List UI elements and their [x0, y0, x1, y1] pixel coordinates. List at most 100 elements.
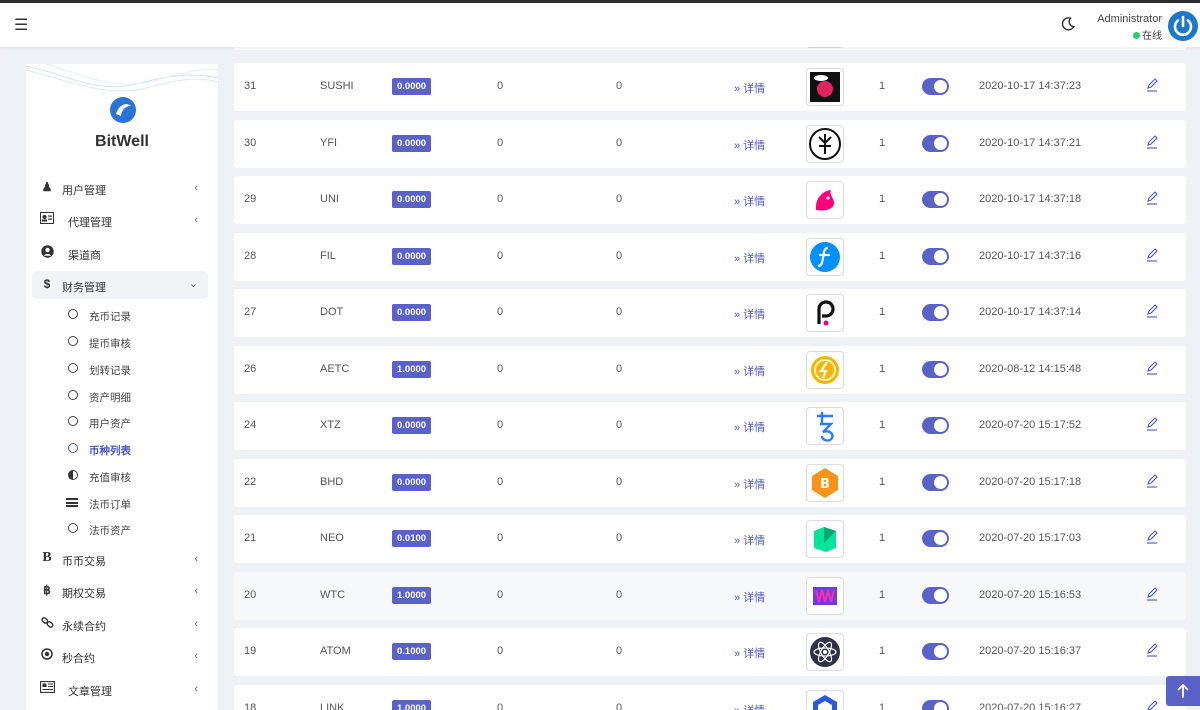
sidebar-item-perpetual[interactable]: 永续合约 ‹ — [32, 610, 208, 638]
cell-name: YFI — [320, 136, 338, 149]
status-toggle[interactable] — [922, 191, 949, 208]
detail-link[interactable]: » 详情 — [734, 363, 765, 379]
sidebar-item-finance[interactable]: $ 财务管理 ⌄ — [32, 271, 208, 299]
sidebar-item-second-contract[interactable]: 秒合约 ‹ — [32, 642, 208, 670]
edit-pencil-icon[interactable] — [1146, 360, 1158, 375]
detail-link[interactable]: » 详情 — [734, 306, 765, 322]
cell-value-b: 0 — [616, 701, 623, 710]
detail-link[interactable]: » 详情 — [734, 645, 765, 661]
status-toggle[interactable] — [922, 360, 949, 378]
double-chevron-right-icon: » — [734, 139, 741, 152]
sidebar-item-channel[interactable]: 渠道商 — [32, 239, 208, 267]
detail-link[interactable]: » 详情 — [734, 702, 765, 710]
edit-pencil-icon[interactable] — [1146, 586, 1158, 601]
circle-icon — [68, 523, 78, 533]
cell-value-a: 0 — [497, 645, 504, 657]
submenu-transfer-records[interactable]: 划转记录 — [64, 358, 204, 380]
submenu-fiat-orders[interactable]: 法币订单 — [64, 492, 204, 514]
sidebar-item-spot-trading[interactable]: B 币币交易 ‹ — [32, 545, 208, 573]
cell-value-b: 0 — [616, 306, 623, 318]
status-toggle[interactable] — [922, 699, 949, 710]
sidebar-item-agent-management[interactable]: 代理管理 ‹ — [32, 206, 208, 234]
edit-pencil-icon[interactable] — [1146, 643, 1158, 657]
status-toggle[interactable] — [922, 304, 949, 321]
edit-pencil-icon[interactable] — [1146, 417, 1158, 431]
submenu-fiat-assets[interactable]: 法币资产 — [64, 518, 204, 540]
edit-pencil-icon[interactable] — [1146, 134, 1158, 149]
cell-sort: 1 — [879, 645, 886, 657]
submenu-label: 资产明细 — [89, 392, 131, 404]
edit-pencil-icon[interactable] — [1146, 530, 1158, 544]
brand-name: BitWell — [95, 133, 149, 150]
id-card-icon — [40, 212, 54, 226]
back-to-top-button[interactable] — [1166, 676, 1200, 706]
status-toggle[interactable] — [922, 586, 949, 604]
detail-link[interactable]: » 详情 — [734, 250, 765, 266]
arrow-up-icon — [1177, 684, 1189, 698]
detail-link[interactable]: » 详情 — [734, 532, 765, 548]
detail-label: 详情 — [743, 705, 765, 710]
cell-value-b: 0 — [616, 249, 623, 262]
cell-sort: 1 — [879, 532, 886, 544]
detail-link[interactable]: » 详情 — [734, 419, 765, 435]
status-toggle[interactable] — [922, 643, 949, 660]
detail-link[interactable]: » 详情 — [734, 193, 765, 209]
cell-id: 24 — [244, 419, 257, 431]
cell-rate-badge: 0.1000 — [392, 643, 432, 660]
submenu-recharge-review[interactable]: 充值审核 — [64, 465, 204, 487]
status-toggle[interactable] — [922, 473, 949, 491]
detail-link[interactable]: » 详情 — [734, 476, 765, 492]
menu-toggle-icon[interactable]: ☰ — [14, 15, 28, 35]
cell-name: WTC — [320, 588, 346, 601]
list-bars-icon — [66, 498, 78, 507]
cell-time: 2020-10-17 14:37:16 — [979, 249, 1082, 262]
detail-link[interactable]: » 详情 — [734, 137, 765, 153]
chevron-left-icon: ‹ — [194, 214, 198, 226]
detail-link[interactable]: » 详情 — [734, 589, 765, 605]
table-row: 27 DOT 0.0000 0 0 » 详情 1 2020-10-17 14:37:14 — [234, 289, 1186, 337]
chevron-left-icon: ‹ — [194, 618, 198, 630]
double-chevron-right-icon: » — [734, 83, 741, 95]
submenu-user-assets[interactable]: 用户资产 — [64, 411, 204, 433]
edit-pencil-icon[interactable] — [1146, 699, 1158, 710]
table-row: 29 UNI 0.0000 0 0 » 详情 1 2020-10-17 14:37:18 — [234, 176, 1186, 224]
status-toggle[interactable] — [922, 134, 949, 152]
detail-link[interactable]: » 详情 — [734, 80, 765, 96]
edit-pencil-icon[interactable] — [1146, 78, 1158, 92]
user-name[interactable]: Administrator — [1097, 13, 1162, 25]
status-toggle[interactable] — [922, 247, 949, 265]
edit-pencil-icon[interactable] — [1146, 304, 1158, 318]
submenu-withdraw-review[interactable]: 提币审核 — [64, 331, 204, 353]
sidebar-item-options[interactable]: ฿ 期权交易 ‹ — [32, 577, 208, 605]
edit-pencil-icon[interactable] — [1146, 473, 1158, 488]
submenu-label: 币种列表 — [89, 445, 131, 457]
cell-time: 2020-07-20 15:17:18 — [979, 475, 1082, 488]
status-toggle[interactable] — [922, 530, 949, 547]
double-chevron-right-icon: » — [734, 196, 741, 208]
submenu-asset-details[interactable]: 资产明细 — [64, 385, 204, 407]
avatar[interactable] — [1168, 11, 1198, 41]
submenu-currency-list[interactable]: 币种列表 — [64, 438, 204, 460]
neo-logo-icon — [806, 520, 844, 558]
circle-icon — [68, 309, 78, 319]
table-row: 22 BHD 0.0000 0 0 » 详情 B 1 2020-07-20 15:17:18 — [234, 458, 1186, 507]
cell-value-a: 0 — [497, 475, 504, 488]
cell-id: 29 — [244, 193, 257, 205]
dark-mode-moon-icon[interactable] — [1060, 16, 1076, 32]
chevron-left-icon: ‹ — [194, 683, 198, 695]
cell-time: 2020-07-20 15:16:27 — [979, 701, 1082, 710]
double-chevron-right-icon: » — [734, 478, 741, 491]
status-toggle[interactable] — [922, 78, 949, 95]
edit-pencil-icon[interactable] — [1146, 191, 1158, 205]
status-toggle[interactable] — [922, 417, 949, 434]
xtz-logo-icon — [806, 407, 844, 445]
cell-id: 31 — [244, 80, 257, 92]
submenu-deposit-records[interactable]: 充币记录 — [64, 304, 204, 326]
cell-value-a: 0 — [497, 136, 504, 149]
edit-pencil-icon[interactable] — [1146, 247, 1158, 262]
table-row: 26 AETC 1.0000 0 0 » 详情 1 2020-08-12 14:15:48 — [234, 345, 1186, 394]
sidebar-item-user-management[interactable]: ♟ 用户管理 ‹ — [32, 174, 208, 202]
fil-logo-icon — [806, 237, 844, 276]
sidebar-item-articles[interactable]: 文章管理 ‹ — [32, 675, 208, 703]
cell-value-b: 0 — [616, 419, 623, 431]
